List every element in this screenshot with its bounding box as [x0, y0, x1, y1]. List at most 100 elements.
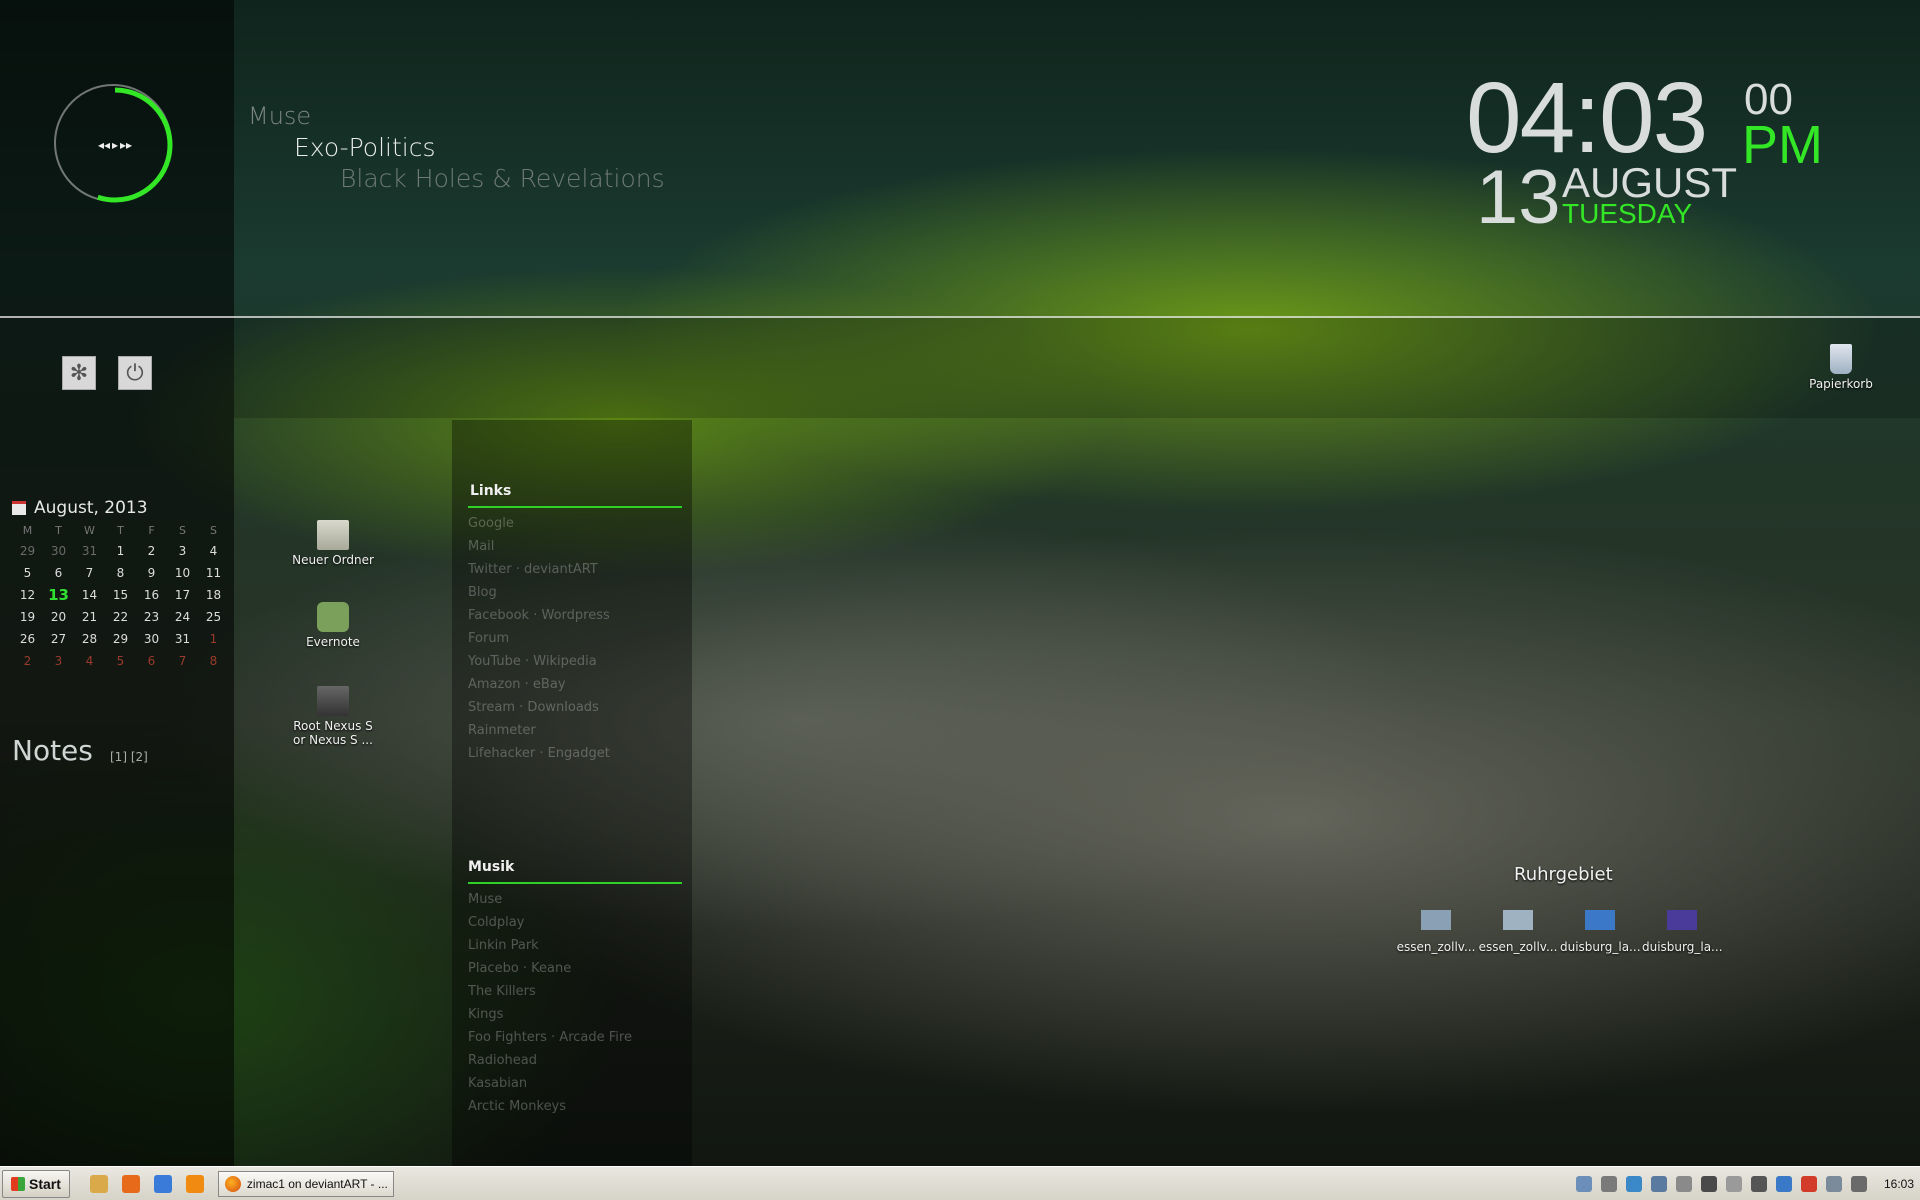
calendar-day[interactable]: 13 [43, 586, 74, 604]
image-file-label: essen_zollv... [1396, 940, 1476, 954]
tray-icon-3[interactable] [1625, 1175, 1642, 1192]
tray-clock[interactable]: 16:03 [1884, 1177, 1914, 1191]
tray-icon-5[interactable] [1675, 1175, 1692, 1192]
calendar-day[interactable]: 23 [136, 608, 167, 626]
calendar-day[interactable]: 15 [105, 586, 136, 604]
calendar-day[interactable]: 1 [105, 542, 136, 560]
link-item[interactable]: Rainmeter [468, 719, 682, 742]
desktop-icon-label: Neuer Ordner [292, 553, 374, 567]
calendar-day[interactable]: 30 [43, 542, 74, 560]
desktop-icon-evernote[interactable]: Evernote [288, 602, 378, 649]
calendar-day[interactable]: 12 [12, 586, 43, 604]
link-item[interactable]: Amazon · eBay [468, 673, 682, 696]
explorer-icon[interactable] [89, 1174, 108, 1193]
desktop-icon-root-nexus[interactable]: Root Nexus S or Nexus S ... [288, 686, 378, 747]
calendar-day[interactable]: 27 [43, 630, 74, 648]
tray-icon-11[interactable] [1825, 1175, 1842, 1192]
settings-button[interactable]: ✻ [62, 356, 96, 390]
next-icon[interactable]: ▸▸ [120, 138, 132, 152]
calendar-day[interactable]: 8 [198, 652, 229, 670]
calendar-day[interactable]: 4 [198, 542, 229, 560]
desktop-icon-papierkorb[interactable]: Papierkorb [1796, 344, 1886, 391]
music-item[interactable]: Radiohead [468, 1049, 682, 1072]
calendar-day[interactable]: 3 [43, 652, 74, 670]
tray-icon-7[interactable] [1725, 1175, 1742, 1192]
music-item[interactable]: Linkin Park [468, 934, 682, 957]
link-item[interactable]: Google [468, 512, 682, 535]
calendar-day[interactable]: 31 [167, 630, 198, 648]
calendar-day[interactable]: 26 [12, 630, 43, 648]
chrome-icon[interactable] [153, 1174, 172, 1193]
start-button[interactable]: Start [2, 1169, 70, 1198]
calendar-day[interactable]: 8 [105, 564, 136, 582]
calendar-day[interactable]: 20 [43, 608, 74, 626]
calendar-day[interactable]: 7 [167, 652, 198, 670]
music-item[interactable]: Kasabian [468, 1072, 682, 1095]
tray-icon-4[interactable] [1650, 1175, 1667, 1192]
calendar-day[interactable]: 29 [12, 542, 43, 560]
link-item[interactable]: Twitter · deviantART [468, 558, 682, 581]
music-item[interactable]: Arctic Monkeys [468, 1095, 682, 1118]
power-button[interactable]: ⏻ [118, 356, 152, 390]
tray-icon-2[interactable] [1600, 1175, 1617, 1192]
calendar-day[interactable]: 5 [12, 564, 43, 582]
calendar-day[interactable]: 22 [105, 608, 136, 626]
vlc-icon[interactable] [185, 1174, 204, 1193]
image-file-icon[interactable]: essen_zollv... [1478, 910, 1558, 954]
calendar-day[interactable]: 29 [105, 630, 136, 648]
image-file-label: duisburg_la... [1560, 940, 1641, 954]
calendar-day[interactable]: 17 [167, 586, 198, 604]
calendar-day[interactable]: 5 [105, 652, 136, 670]
link-item[interactable]: Lifehacker · Engadget [468, 742, 682, 765]
music-item[interactable]: Kings [468, 1003, 682, 1026]
calendar-day[interactable]: 2 [12, 652, 43, 670]
calendar-day[interactable]: 11 [198, 564, 229, 582]
prev-icon[interactable]: ◂◂ [98, 138, 110, 152]
link-item[interactable]: YouTube · Wikipedia [468, 650, 682, 673]
calendar-day[interactable]: 9 [136, 564, 167, 582]
desktop-icon-neuer-ordner[interactable]: Neuer Ordner [288, 520, 378, 567]
link-item[interactable]: Stream · Downloads [468, 696, 682, 719]
calendar-day[interactable]: 31 [74, 542, 105, 560]
link-item[interactable]: Forum [468, 627, 682, 650]
image-file-icon[interactable]: duisburg_la... [1560, 910, 1641, 954]
link-item[interactable]: Mail [468, 535, 682, 558]
taskbar-window-button[interactable]: zimac1 on deviantART - ... [217, 1170, 394, 1197]
calendar-day[interactable]: 30 [136, 630, 167, 648]
calendar-day[interactable]: 19 [12, 608, 43, 626]
calendar-day[interactable]: 4 [74, 652, 105, 670]
music-item[interactable]: Coldplay [468, 911, 682, 934]
calendar-day[interactable]: 28 [74, 630, 105, 648]
calendar-day[interactable]: 7 [74, 564, 105, 582]
calendar-day[interactable]: 16 [136, 586, 167, 604]
calendar-day[interactable]: 24 [167, 608, 198, 626]
link-item[interactable]: Facebook · Wordpress [468, 604, 682, 627]
media-icon[interactable] [121, 1174, 140, 1193]
calendar-day[interactable]: 1 [198, 630, 229, 648]
image-thumbnail [1585, 910, 1615, 930]
calendar-day[interactable]: 14 [74, 586, 105, 604]
image-file-icon[interactable]: essen_zollv... [1396, 910, 1476, 954]
calendar-day[interactable]: 18 [198, 586, 229, 604]
calendar-day[interactable]: 3 [167, 542, 198, 560]
music-item[interactable]: Muse [468, 888, 682, 911]
calendar-day[interactable]: 10 [167, 564, 198, 582]
tray-icon-12[interactable] [1850, 1175, 1867, 1192]
calendar-day[interactable]: 6 [43, 564, 74, 582]
tray-icon-1[interactable] [1575, 1175, 1592, 1192]
music-item[interactable]: The Killers [468, 980, 682, 1003]
tray-icon-8[interactable] [1750, 1175, 1767, 1192]
tray-icon-6[interactable] [1700, 1175, 1717, 1192]
tray-icon-10[interactable] [1800, 1175, 1817, 1192]
calendar-day[interactable]: 2 [136, 542, 167, 560]
play-pause-icon[interactable]: ▸ [112, 138, 118, 152]
music-item[interactable]: Foo Fighters · Arcade Fire [468, 1026, 682, 1049]
calendar-day[interactable]: 25 [198, 608, 229, 626]
calendar-day[interactable]: 21 [74, 608, 105, 626]
notes-tabs[interactable]: [1] [2] [110, 750, 148, 764]
tray-icon-9[interactable] [1775, 1175, 1792, 1192]
link-item[interactable]: Blog [468, 581, 682, 604]
calendar-day[interactable]: 6 [136, 652, 167, 670]
music-item[interactable]: Placebo · Keane [468, 957, 682, 980]
image-file-icon[interactable]: duisburg_la... [1642, 910, 1723, 954]
